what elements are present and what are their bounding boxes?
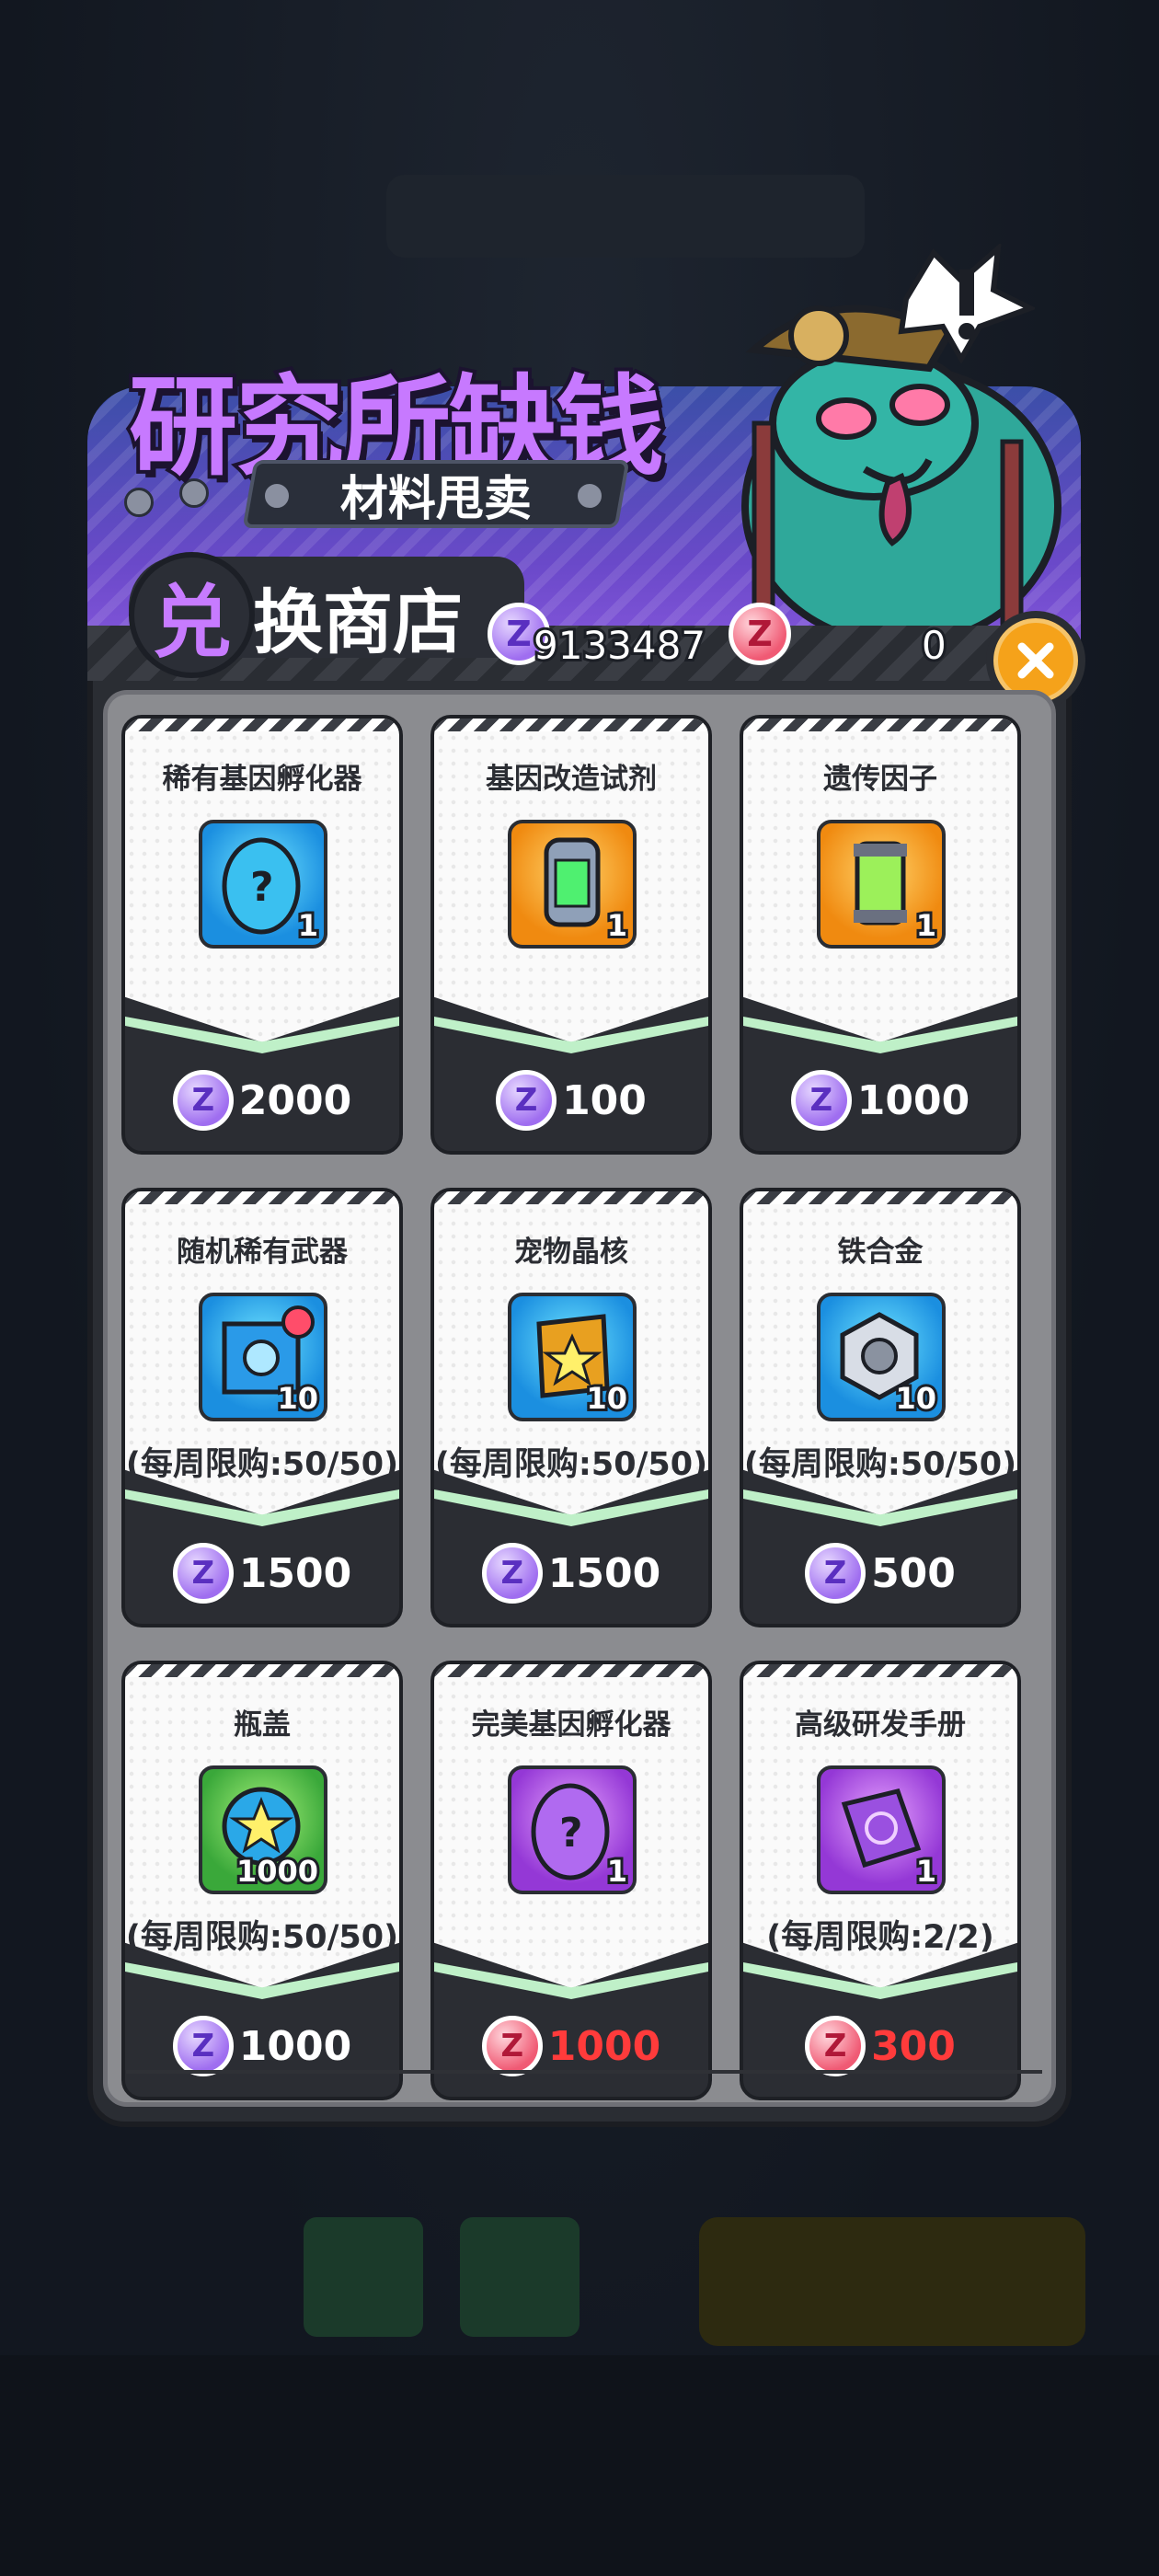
buy-button[interactable]: Z 500 bbox=[743, 1541, 1017, 1605]
purple-currency-icon: Z bbox=[172, 1070, 234, 1131]
item-name: 铁合金 bbox=[837, 1236, 924, 1269]
background-button bbox=[460, 2217, 580, 2337]
research-book-icon: 1 bbox=[817, 1765, 946, 1894]
item-price: 1000 bbox=[856, 1076, 970, 1124]
item-quantity: 10 bbox=[584, 1378, 630, 1418]
background-title-blur bbox=[386, 175, 865, 258]
weekly-limit: (每周限购:2/2) bbox=[766, 1919, 994, 1956]
bottle-cap-icon: 1000 bbox=[199, 1765, 327, 1894]
item-price: 100 bbox=[562, 1076, 647, 1124]
purple-currency-amount: 9133487 bbox=[531, 620, 708, 671]
item-quantity: 1 bbox=[913, 905, 939, 945]
purple-currency-icon: Z bbox=[481, 1543, 543, 1604]
bolt-icon bbox=[575, 481, 604, 511]
item-name: 完美基因孵化器 bbox=[471, 1708, 671, 1742]
shop-item-card[interactable]: 随机稀有武器 10 (每周限购:50/50) Z 1500 bbox=[121, 1188, 403, 1627]
shop-title: 换商店 bbox=[253, 581, 463, 663]
item-quantity: 1000 bbox=[234, 1851, 321, 1891]
item-quantity: 10 bbox=[275, 1378, 321, 1418]
item-price: 2000 bbox=[238, 1076, 352, 1124]
item-name: 遗传因子 bbox=[823, 763, 937, 796]
weapon-box-icon: 10 bbox=[199, 1293, 327, 1421]
purple-currency-icon: Z bbox=[172, 2016, 234, 2076]
shop-item-card[interactable]: 铁合金 10 (每周限购:50/50) Z 500 bbox=[740, 1188, 1021, 1627]
item-name: 稀有基因孵化器 bbox=[162, 763, 362, 796]
weekly-limit: (每周限购:50/50) bbox=[743, 1446, 1017, 1483]
shop-item-card[interactable]: 基因改造试剂 1 Z 100 bbox=[430, 715, 712, 1155]
background-button bbox=[304, 2217, 423, 2337]
item-price: 1000 bbox=[547, 2022, 661, 2070]
red-currency-icon: Z bbox=[805, 2016, 866, 2076]
item-quantity: 1 bbox=[295, 905, 321, 945]
purple-currency-icon: Z bbox=[805, 1543, 866, 1604]
item-price: 300 bbox=[871, 2022, 956, 2070]
background-button bbox=[699, 2217, 1085, 2346]
banner-subtitle: 材料甩卖 bbox=[242, 460, 630, 528]
buy-button[interactable]: Z 1000 bbox=[743, 1068, 1017, 1133]
shop-item-card[interactable]: 高级研发手册 1 (每周限购:2/2) Z 300 bbox=[740, 1661, 1021, 2100]
buy-button[interactable]: Z 1000 bbox=[434, 2014, 708, 2078]
star-crystal-icon: 10 bbox=[508, 1293, 637, 1421]
buy-button[interactable]: Z 1000 bbox=[125, 2014, 399, 2078]
red-currency-amount: 0 bbox=[919, 620, 949, 671]
purple-currency-icon: Z bbox=[496, 1070, 557, 1131]
item-quantity: 1 bbox=[604, 905, 630, 945]
shop-item-card[interactable]: 瓶盖 1000 (每周限购:50/50) Z 1000 bbox=[121, 1661, 403, 2100]
item-name: 高级研发手册 bbox=[795, 1708, 966, 1742]
weekly-limit: (每周限购:50/50) bbox=[125, 1919, 399, 1956]
scroll-divider bbox=[126, 2070, 1042, 2074]
green-canister-icon: 1 bbox=[508, 820, 637, 949]
buy-button[interactable]: Z 1500 bbox=[125, 1541, 399, 1605]
item-name: 宠物晶核 bbox=[514, 1236, 628, 1269]
close-icon bbox=[1017, 642, 1054, 679]
exclamation-icon bbox=[898, 244, 1035, 363]
buy-button[interactable]: Z 100 bbox=[434, 1068, 708, 1133]
item-price: 1500 bbox=[547, 1549, 661, 1597]
shop-item-card[interactable]: 遗传因子 1 Z 1000 bbox=[740, 715, 1021, 1155]
background-bottom-bar bbox=[0, 2355, 1159, 2576]
red-currency-icon: Z bbox=[729, 603, 791, 665]
weekly-limit: (每周限购:50/50) bbox=[125, 1446, 399, 1483]
item-name: 随机稀有武器 bbox=[177, 1236, 348, 1269]
svg-text:?: ? bbox=[250, 864, 274, 911]
buy-button[interactable]: Z 1500 bbox=[434, 1541, 708, 1605]
green-tube-icon: 1 bbox=[817, 820, 946, 949]
item-quantity: 1 bbox=[913, 1851, 939, 1891]
purple-egg-icon: ? 1 bbox=[508, 1765, 637, 1894]
item-quantity: 10 bbox=[893, 1378, 939, 1418]
item-quantity: 1 bbox=[604, 1851, 630, 1891]
item-name: 瓶盖 bbox=[234, 1708, 291, 1742]
weekly-limit: (每周限购:50/50) bbox=[434, 1446, 708, 1483]
shop-item-card[interactable]: 完美基因孵化器 ? 1 Z 1000 bbox=[430, 1661, 712, 2100]
item-price: 500 bbox=[871, 1549, 956, 1597]
buy-button[interactable]: Z 2000 bbox=[125, 1068, 399, 1133]
shop-item-card[interactable]: 稀有基因孵化器 ? 1 Z 2000 bbox=[121, 715, 403, 1155]
item-price: 1000 bbox=[238, 2022, 352, 2070]
purple-currency-icon: Z bbox=[172, 1543, 234, 1604]
blue-egg-icon: ? 1 bbox=[199, 820, 327, 949]
shop-badge: 兑 bbox=[129, 552, 255, 678]
item-price: 1500 bbox=[238, 1549, 352, 1597]
red-currency-icon: Z bbox=[481, 2016, 543, 2076]
purple-currency-icon: Z bbox=[790, 1070, 852, 1131]
bolt-icon bbox=[262, 481, 292, 511]
hex-nut-icon: 10 bbox=[817, 1293, 946, 1421]
svg-text:?: ? bbox=[559, 1810, 583, 1857]
shop-item-card[interactable]: 宠物晶核 10 (每周限购:50/50) Z 1500 bbox=[430, 1188, 712, 1627]
buy-button[interactable]: Z 300 bbox=[743, 2014, 1017, 2078]
item-name: 基因改造试剂 bbox=[486, 763, 657, 796]
shop-grid-area[interactable]: 稀有基因孵化器 ? 1 Z 2000 基因改造试剂 1 Z 100 遗传因子 1… bbox=[103, 690, 1056, 2107]
